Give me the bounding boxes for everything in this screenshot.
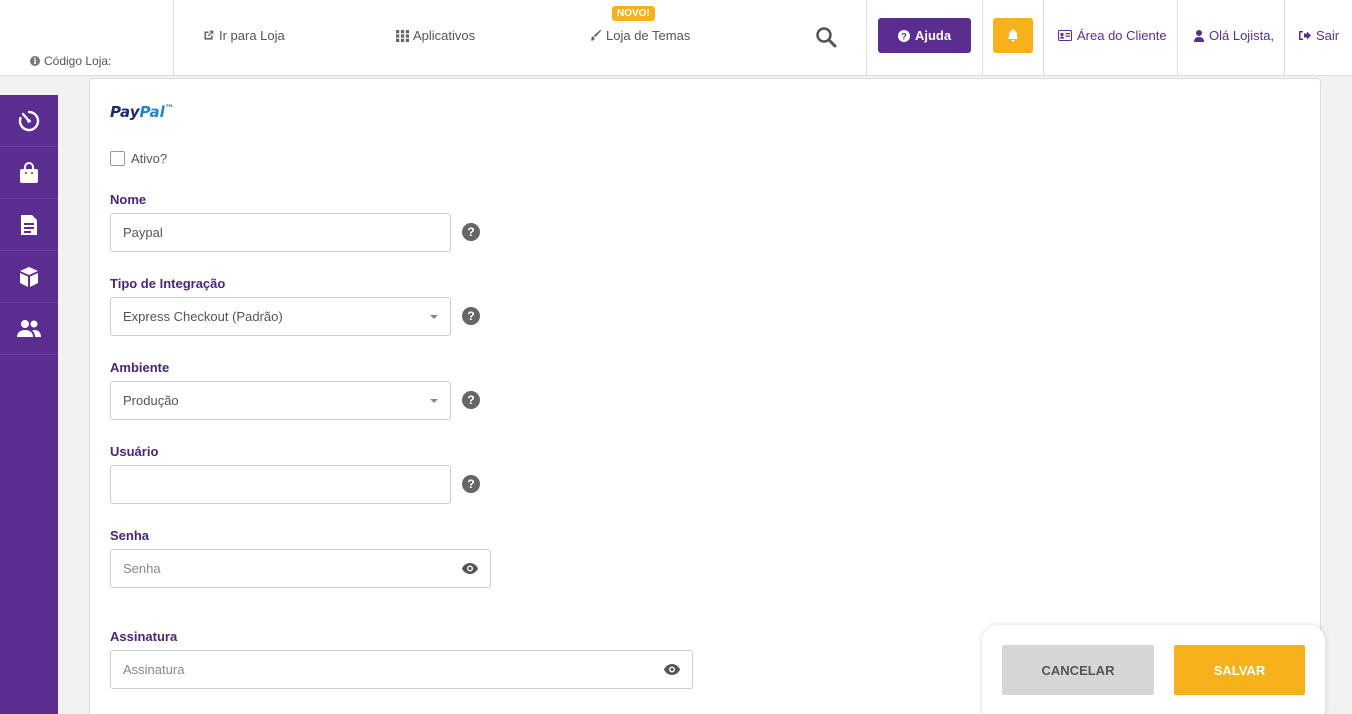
svg-text:?: ? — [901, 31, 907, 41]
cancel-button[interactable]: CANCELAR — [1002, 645, 1154, 695]
sidebar-item-dashboard[interactable] — [0, 95, 58, 147]
form-actions: CANCELAR SALVAR — [982, 625, 1325, 714]
divider — [1043, 0, 1044, 76]
eye-icon[interactable] — [664, 664, 680, 675]
sidebar-item-orders[interactable] — [0, 147, 58, 199]
dashboard-timer-icon — [18, 110, 40, 131]
notifications-button[interactable] — [993, 18, 1033, 53]
logo-pay: Pay — [110, 103, 140, 121]
user-help-icon[interactable]: ? — [462, 475, 480, 493]
sidebar-item-documents[interactable] — [0, 199, 58, 251]
logout-link[interactable]: Sair — [1299, 28, 1339, 43]
question-circle-icon: ? — [897, 29, 910, 42]
go-to-store-label: Ir para Loja — [219, 28, 285, 43]
external-link-icon — [204, 30, 214, 40]
sidebar-item-customers[interactable] — [0, 303, 58, 355]
environment-value: Produção — [123, 393, 179, 408]
password-label: Senha — [110, 528, 150, 543]
client-area-link[interactable]: Área do Cliente — [1058, 28, 1167, 43]
integration-select[interactable]: Express Checkout (Padrão) — [110, 297, 451, 336]
logout-label: Sair — [1316, 28, 1340, 43]
client-area-label: Área do Cliente — [1077, 28, 1167, 43]
id-card-icon — [1058, 30, 1072, 41]
search-icon[interactable] — [814, 25, 838, 49]
shopping-bag-icon — [20, 161, 38, 183]
go-to-store-link[interactable]: Ir para Loja — [202, 28, 285, 43]
theme-store-label: Loja de Temas — [606, 28, 691, 43]
apps-link[interactable]: Aplicativos — [396, 28, 475, 43]
divider — [982, 0, 983, 76]
help-label: Ajuda — [914, 28, 952, 43]
user-label: Usuário — [110, 444, 159, 459]
bell-icon — [1007, 29, 1019, 42]
divider — [866, 0, 867, 76]
user-field[interactable] — [110, 465, 451, 504]
document-icon — [21, 214, 37, 235]
apps-label: Aplicativos — [413, 28, 476, 43]
password-field[interactable]: Senha — [110, 549, 491, 588]
active-toggle: Ativo? — [110, 151, 167, 166]
grid-icon — [396, 30, 409, 42]
sidebar — [0, 95, 58, 714]
logo-pal: Pal — [139, 103, 165, 121]
logo-area: i Código Loja: — [0, 0, 174, 76]
name-label: Nome — [110, 192, 147, 207]
top-bar: i Código Loja: Ir para Loja Aplicativos … — [0, 0, 1352, 76]
signature-field[interactable]: Assinatura — [110, 650, 693, 689]
environment-select[interactable]: Produção — [110, 381, 451, 420]
save-button[interactable]: SALVAR — [1174, 645, 1305, 695]
divider — [1177, 0, 1178, 76]
environment-help-icon[interactable]: ? — [462, 391, 480, 409]
environment-label: Ambiente — [110, 360, 170, 375]
store-code-label: Código Loja: — [44, 54, 112, 68]
box-icon — [20, 266, 38, 287]
sign-out-icon — [1299, 31, 1311, 40]
name-help-icon[interactable]: ? — [462, 223, 480, 241]
integration-value: Express Checkout (Padrão) — [123, 309, 283, 324]
active-checkbox[interactable] — [110, 151, 125, 166]
chevron-down-icon — [430, 314, 438, 319]
integration-help-icon[interactable]: ? — [462, 307, 480, 325]
signature-label: Assinatura — [110, 629, 178, 644]
password-placeholder: Senha — [123, 561, 161, 576]
help-button[interactable]: ? Ajuda — [878, 18, 971, 53]
user-menu[interactable]: Olá Lojista, — [1194, 28, 1274, 43]
chevron-down-icon — [430, 398, 438, 403]
sidebar-item-products[interactable] — [0, 251, 58, 303]
signature-placeholder: Assinatura — [123, 662, 185, 677]
greeting-label: Olá Lojista, — [1209, 28, 1275, 43]
users-icon — [17, 319, 41, 337]
theme-store-link[interactable]: Loja de Temas — [589, 28, 690, 43]
store-code: i Código Loja: — [30, 54, 111, 68]
new-badge: NOVO! — [612, 6, 655, 21]
brush-icon — [590, 29, 602, 41]
active-label: Ativo? — [131, 151, 168, 166]
info-icon: i — [30, 56, 40, 66]
integration-label: Tipo de Integração — [110, 276, 226, 291]
eye-icon[interactable] — [462, 563, 478, 574]
name-field[interactable]: Paypal — [110, 213, 451, 252]
name-value: Paypal — [123, 225, 163, 240]
divider — [1284, 0, 1285, 76]
logo-sup: ™ — [164, 104, 174, 114]
paypal-settings-card: PayPal™ Ativo? Nome Paypal ? Tipo de Int… — [89, 78, 1321, 714]
user-icon — [1194, 29, 1204, 42]
paypal-logo: PayPal™ — [110, 103, 174, 121]
